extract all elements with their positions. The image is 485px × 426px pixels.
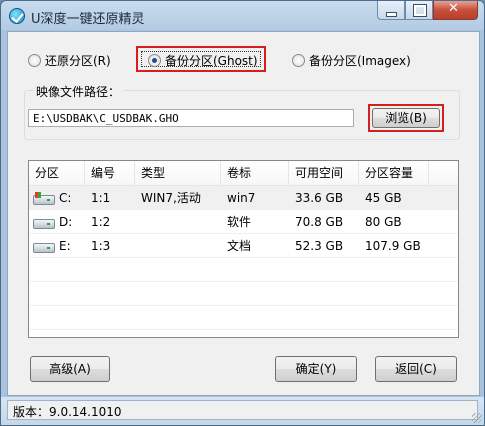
partition-table: 分区 编号 类型 卷标 可用空间 分区容量 C: 1:1 WIN7,活动 win…	[28, 160, 459, 338]
free-space: 52.3 GB	[295, 239, 344, 253]
drive-icon	[33, 240, 55, 253]
radio-circle-icon	[292, 54, 305, 67]
column-header[interactable]: 可用空间	[289, 161, 359, 185]
capacity: 45 GB	[365, 191, 402, 205]
browse-highlight-box: 浏览(B)	[368, 104, 444, 132]
client-area: 还原分区(R) 备份分区(Ghost) 备份分区(Imagex) 映像文件路径：…	[7, 31, 480, 396]
column-header[interactable]: 分区容量	[359, 161, 429, 185]
back-button[interactable]: 返回(C)	[375, 356, 457, 382]
column-header[interactable]: 分区	[29, 161, 85, 185]
status-panel: 版本：9.0.14.1010	[7, 400, 478, 420]
main-window: U深度一键还原精灵 还原分区(R) 备份分区(Ghost) 备份分区(Ima	[0, 0, 485, 426]
row-divider	[29, 233, 458, 234]
backup-imagex-radio-label: 备份分区(Imagex)	[309, 54, 411, 68]
capacity: 107.9 GB	[365, 239, 421, 253]
row-divider	[29, 305, 458, 306]
app-icon	[9, 8, 25, 24]
restore-radio[interactable]: 还原分区(R)	[28, 52, 111, 69]
volume-label: 文档	[227, 239, 252, 253]
image-path-input[interactable]: E:\USDBAK\C_USDBAK.GHO	[28, 109, 354, 127]
backup-ghost-radio[interactable]: 备份分区(Ghost)	[148, 52, 258, 69]
advanced-button[interactable]: 高级(A)	[30, 356, 110, 382]
column-header[interactable]: 类型	[135, 161, 221, 185]
status-bar: 版本：9.0.14.1010	[1, 397, 484, 425]
drive-icon	[33, 216, 55, 229]
free-space: 33.6 GB	[295, 191, 344, 205]
backup-imagex-radio[interactable]: 备份分区(Imagex)	[292, 52, 411, 69]
capacity: 80 GB	[365, 215, 402, 229]
column-header[interactable]: 编号	[85, 161, 135, 185]
volume-label: win7	[227, 191, 256, 205]
table-row[interactable]: E: 1:3 文档 52.3 GB 107.9 GB	[29, 234, 458, 258]
drive-letter: D:	[59, 215, 73, 229]
free-space: 70.8 GB	[295, 215, 344, 229]
browse-button[interactable]: 浏览(B)	[372, 108, 440, 128]
mode-radio-group: 还原分区(R) 备份分区(Ghost) 备份分区(Imagex)	[8, 46, 479, 74]
minimize-button[interactable]	[377, 1, 405, 20]
table-row[interactable]: C: 1:1 WIN7,活动 win7 33.6 GB 45 GB	[29, 186, 458, 210]
partition-type: WIN7,活动	[141, 191, 201, 205]
table-header: 分区 编号 类型 卷标 可用空间 分区容量	[29, 161, 458, 186]
title-bar[interactable]: U深度一键还原精灵	[1, 1, 484, 31]
row-divider	[29, 209, 458, 210]
radio-selected-icon	[148, 54, 161, 67]
restore-radio-label: 还原分区(R)	[45, 54, 111, 68]
row-divider	[29, 281, 458, 282]
partition-number: 1:2	[91, 215, 111, 229]
drive-letter: C:	[59, 191, 72, 205]
table-row[interactable]: D: 1:2 软件 70.8 GB 80 GB	[29, 210, 458, 234]
ok-button[interactable]: 确定(Y)	[275, 356, 357, 382]
radio-circle-icon	[28, 54, 41, 67]
partition-number: 1:1	[91, 191, 111, 205]
partition-number: 1:3	[91, 239, 111, 253]
backup-ghost-radio-label: 备份分区(Ghost)	[165, 54, 258, 68]
resize-grip-icon[interactable]	[472, 413, 482, 423]
column-header[interactable]: 卷标	[221, 161, 289, 185]
window-title: U深度一键还原精灵	[31, 12, 145, 27]
close-button[interactable]	[433, 1, 478, 20]
ghost-highlight-box: 备份分区(Ghost)	[136, 46, 266, 72]
row-divider	[29, 329, 458, 330]
version-text: 版本：9.0.14.1010	[13, 405, 122, 419]
maximize-button[interactable]	[405, 1, 433, 20]
system-drive-icon	[33, 192, 55, 205]
window-controls	[377, 1, 478, 21]
volume-label: 软件	[227, 215, 252, 229]
drive-letter: E:	[59, 239, 71, 253]
row-divider	[29, 257, 458, 258]
image-path-label: 映像文件路径：	[33, 83, 124, 100]
